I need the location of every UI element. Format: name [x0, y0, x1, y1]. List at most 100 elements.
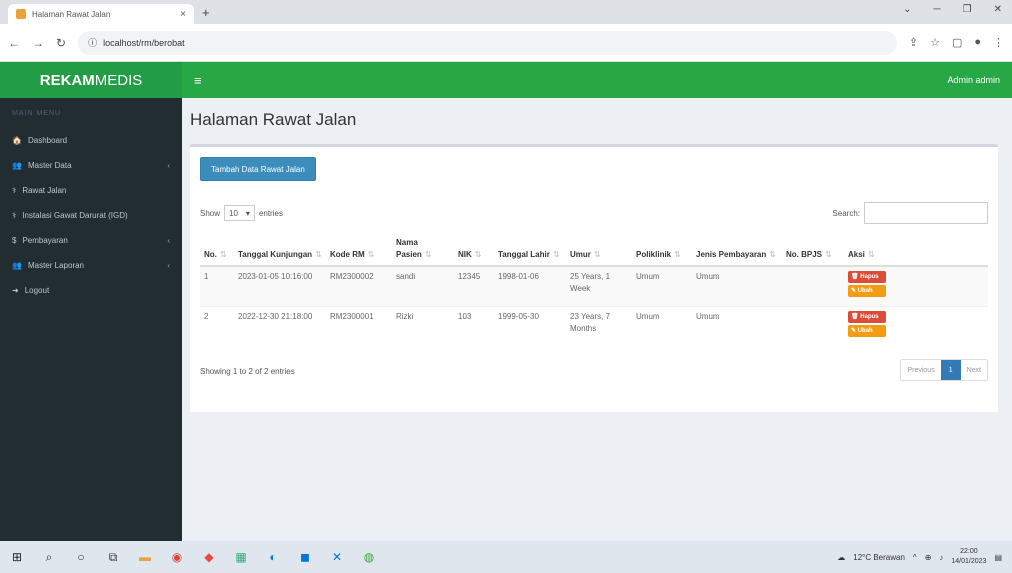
sidepanel-icon[interactable]: ▢: [952, 36, 962, 49]
user-menu[interactable]: Admin admin: [947, 75, 1000, 85]
sidebar-item-master-laporan[interactable]: 👥 Master Laporan ‹: [0, 253, 182, 278]
file-explorer-icon[interactable]: ▬: [138, 550, 152, 564]
show-label: Show: [200, 208, 221, 218]
info-icon[interactable]: ⓘ: [88, 36, 97, 49]
search-input[interactable]: [864, 202, 988, 224]
sidebar-header: MAIN MENU: [12, 109, 62, 117]
chevron-left-icon: ‹: [167, 261, 170, 270]
column-header[interactable]: Tanggal Kunjungan ⇅: [234, 233, 326, 267]
sidebar-item-igd[interactable]: ⚕ Instalasi Gawat Darurat (IGD): [0, 203, 182, 228]
logout-icon: ➜: [12, 286, 19, 295]
table-row: 2 2022-12-30 21:18:00 RM2300001 Rizki 10…: [200, 305, 988, 346]
table-info: Showing 1 to 2 of 2 entries: [200, 367, 295, 376]
calendar-app-icon[interactable]: ▦: [234, 550, 248, 564]
clock[interactable]: 22:00 14/01/2023: [951, 547, 986, 567]
edit-icon: ✎: [851, 327, 857, 334]
add-rawat-jalan-button[interactable]: Tambah Data Rawat Jalan: [200, 157, 316, 181]
edit-icon: ✎: [851, 288, 857, 294]
notification-icon[interactable]: ▤: [994, 553, 1002, 562]
column-header[interactable]: Umur ⇅: [566, 233, 632, 267]
whatsapp-icon[interactable]: ◍: [362, 550, 376, 564]
users-icon: 👥: [12, 261, 22, 270]
delete-button[interactable]: 🗑 Hapus: [848, 310, 886, 323]
new-tab-icon[interactable]: +: [202, 5, 210, 20]
sidebar-item-pembayaran[interactable]: $ Pembayaran ‹: [0, 228, 182, 253]
delete-button[interactable]: 🗑 Hapus: [848, 271, 886, 283]
close-window-icon[interactable]: ✕: [994, 4, 1002, 15]
sidebar: MAIN MENU 🏠 Dashboard 👥 Master Data ‹ ⚕ …: [0, 98, 182, 541]
column-header[interactable]: No. ⇅: [200, 233, 234, 267]
minimize-icon[interactable]: ─: [934, 4, 941, 15]
url-text: localhost/rm/berobat: [103, 37, 185, 48]
column-header[interactable]: No. BPJS ⇅: [782, 233, 844, 267]
weather-icon[interactable]: ☁: [837, 553, 845, 562]
browser-tab-bar: Halaman Rawat Jalan × + ⌄ ─ ❐ ✕: [0, 0, 1012, 24]
entries-label: entries: [258, 208, 283, 218]
tray-chevron-icon[interactable]: ^: [913, 553, 917, 562]
store-icon[interactable]: ◼: [298, 550, 312, 564]
trash-icon: 🗑: [851, 313, 859, 320]
home-icon: 🏠: [12, 136, 22, 145]
page-1-button[interactable]: 1: [940, 360, 961, 380]
vscode-icon[interactable]: ✕: [330, 550, 344, 564]
column-header[interactable]: Jenis Pembayaran ⇅: [692, 233, 782, 267]
chrome-icon[interactable]: ◉: [170, 550, 184, 564]
tab-close-icon[interactable]: ×: [180, 9, 186, 20]
edge-icon[interactable]: ◐: [266, 550, 280, 564]
main-content: Halaman Rawat Jalan Tambah Data Rawat Ja…: [182, 98, 1012, 541]
maximize-icon[interactable]: ❐: [963, 4, 972, 15]
address-bar: ← → ↻ ⓘ localhost/rm/berobat ⇪ ☆ ▢ ● ⋮: [0, 24, 1012, 62]
previous-page-button[interactable]: Previous: [901, 360, 940, 380]
entries-select[interactable]: 10 ▾: [224, 205, 255, 221]
bookmark-star-icon[interactable]: ☆: [930, 36, 940, 49]
table-header-row: No. ⇅ Tanggal Kunjungan ⇅ Kode RM ⇅ Nama Pa…: [200, 233, 988, 267]
chevron-left-icon: ‹: [167, 161, 170, 170]
window-controls: ⌄ ─ ❐ ✕: [903, 4, 1002, 15]
menu-icon[interactable]: ⋮: [993, 36, 1004, 49]
column-header[interactable]: Kode RM ⇅: [326, 233, 392, 267]
column-header[interactable]: NIK ⇅: [454, 233, 494, 267]
tab-title: Halaman Rawat Jalan: [32, 9, 111, 19]
action-cell: 🗑 Hapus ✎ Ubah: [844, 265, 988, 306]
share-icon[interactable]: ⇪: [909, 36, 918, 49]
brand-rest: MEDIS: [94, 71, 143, 89]
browser-tab[interactable]: Halaman Rawat Jalan ×: [8, 4, 194, 24]
chevron-down-icon: ▾: [245, 208, 250, 218]
sidebar-item-logout[interactable]: ➜ Logout: [0, 278, 182, 303]
cortana-icon[interactable]: ○: [74, 550, 88, 564]
tab-search-icon[interactable]: ⌄: [903, 4, 911, 15]
next-page-button[interactable]: Next: [961, 360, 987, 380]
brand-logo[interactable]: REKAM MEDIS: [0, 62, 182, 98]
windows-start-icon[interactable]: ⊞: [10, 550, 24, 564]
pagination: Previous 1 Next: [900, 359, 988, 381]
app-icon[interactable]: ◆: [202, 550, 216, 564]
sidebar-toggle-icon[interactable]: ≡: [194, 73, 202, 88]
back-icon[interactable]: ←: [8, 36, 20, 50]
edit-button[interactable]: ✎ Ubah: [848, 285, 886, 297]
reload-icon[interactable]: ↻: [56, 36, 66, 50]
weather-text[interactable]: 12°C Berawan: [853, 553, 905, 562]
column-header[interactable]: Aksi ⇅: [844, 233, 988, 267]
show-entries: Show 10 ▾ entries: [200, 205, 283, 221]
volume-icon[interactable]: ♪: [939, 553, 943, 562]
taskbar: ⊞ ⌕ ○ ⧉ ▬ ◉ ◆ ▦ ◐ ◼ ✕ ◍ ☁ 12°C Berawan ^…: [0, 541, 1012, 573]
edit-button[interactable]: ✎ Ubah: [848, 324, 886, 337]
data-box: Tambah Data Rawat Jalan Show 10 ▾ entrie…: [190, 144, 998, 412]
network-icon[interactable]: ⊕: [925, 553, 932, 562]
column-header[interactable]: Poliklinik ⇅: [632, 233, 692, 267]
sidebar-item-dashboard[interactable]: 🏠 Dashboard: [0, 128, 182, 153]
brand-bold: REKAM: [39, 71, 95, 89]
search-icon[interactable]: ⌕: [42, 550, 56, 564]
trash-icon: 🗑: [851, 274, 859, 280]
url-field[interactable]: ⓘ localhost/rm/berobat: [78, 30, 897, 55]
system-tray: ☁ 12°C Berawan ^ ⊕ ♪ 22:00 14/01/2023 ▤: [837, 547, 1002, 567]
profile-icon[interactable]: ●: [974, 36, 981, 49]
sidebar-item-master-data[interactable]: 👥 Master Data ‹: [0, 153, 182, 178]
top-navbar: ≡ Admin admin: [182, 62, 1012, 98]
column-header[interactable]: Tanggal Lahir ⇅: [494, 233, 566, 267]
forward-icon[interactable]: →: [32, 36, 44, 50]
column-header[interactable]: Nama Pasien ⇅: [392, 233, 454, 267]
users-icon: 👥: [12, 161, 22, 170]
sidebar-item-rawat-jalan[interactable]: ⚕ Rawat Jalan: [0, 178, 182, 203]
task-view-icon[interactable]: ⧉: [106, 550, 120, 564]
